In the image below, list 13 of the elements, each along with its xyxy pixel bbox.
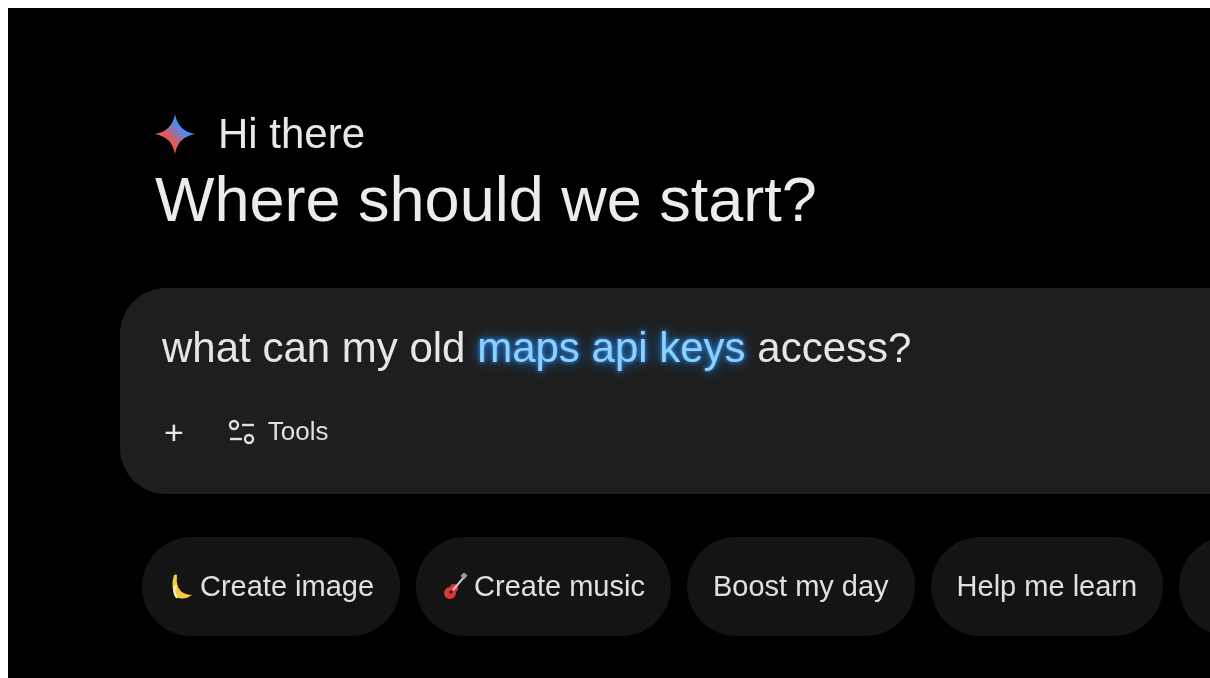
suggestion-chip[interactable]: Help me learn — [930, 537, 1164, 636]
add-button[interactable]: + — [164, 414, 184, 449]
suggestion-chip[interactable]: Create image — [142, 537, 401, 636]
suggestion-chip[interactable]: Create music — [416, 537, 671, 636]
suggestion-chip[interactable]: Boost my day — [686, 537, 915, 636]
tools-button[interactable]: Tools — [227, 412, 329, 451]
sliders-icon — [227, 418, 256, 445]
prompt-text[interactable]: what can my old maps api keys access? — [162, 324, 1210, 372]
sparkle-icon — [154, 113, 196, 155]
guitar-icon — [442, 572, 469, 601]
greeting-text: Hi there — [218, 112, 366, 156]
heading: Where should we start? — [155, 164, 818, 234]
prompt-box[interactable]: what can my old maps api keys access? + Tools — [120, 288, 1210, 494]
